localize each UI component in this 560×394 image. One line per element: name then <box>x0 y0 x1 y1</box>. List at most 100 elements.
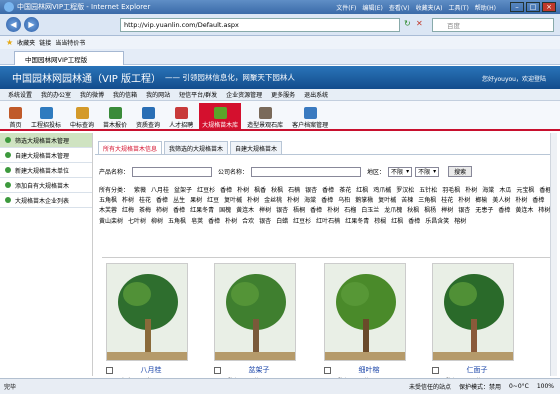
category-link[interactable]: 香樟 <box>208 217 220 227</box>
menu-item-0[interactable]: 文件(F) <box>336 3 356 12</box>
category-link[interactable]: 果树 <box>190 196 202 206</box>
category-link[interactable]: 五角枫 <box>168 217 186 227</box>
category-link[interactable]: 乌桕 <box>338 196 350 206</box>
category-link[interactable]: 柞树 <box>122 196 134 206</box>
fav-link-1[interactable]: 当当特价书 <box>55 38 85 47</box>
category-link[interactable]: 桂花 <box>441 196 453 206</box>
category-link[interactable]: 银杏 <box>305 186 317 196</box>
product-name[interactable]: 细叶榕 <box>334 365 404 375</box>
nav-item-8[interactable]: 退出系统 <box>304 90 328 99</box>
category-link[interactable]: 棕榈 <box>374 217 386 227</box>
nav-item-7[interactable]: 更多服务 <box>271 90 295 99</box>
category-link[interactable]: 皂荚 <box>191 217 203 227</box>
menu-item-2[interactable]: 查看(V) <box>389 3 410 12</box>
category-link[interactable]: 木瓜 <box>499 186 511 196</box>
nav-item-5[interactable]: 短信平台/群发 <box>179 90 217 99</box>
sidebar-item-1[interactable]: 自建大规格苗木管理 <box>0 148 92 163</box>
category-link[interactable]: 美人树 <box>492 196 510 206</box>
sidebar-item-3[interactable]: 添加自有大规格苗木 <box>0 178 92 193</box>
city-select[interactable]: 不限 ▾ <box>415 166 440 177</box>
category-link[interactable]: 红枫 <box>391 217 403 227</box>
category-link[interactable]: 盆架子 <box>174 186 192 196</box>
category-link[interactable]: 乐昌含笑 <box>425 217 449 227</box>
category-link[interactable]: 榉树 <box>441 206 453 216</box>
toolbar-button-8[interactable]: 客户档案管理 <box>289 103 331 129</box>
category-link[interactable]: 红豆杉 <box>293 217 311 227</box>
category-link[interactable]: 香樟 <box>321 196 333 206</box>
category-link[interactable]: 朴树 <box>458 196 470 206</box>
product-checkbox[interactable] <box>106 367 113 374</box>
category-link[interactable]: 香樟 <box>498 206 510 216</box>
product-card[interactable]: 仁面子胸径 10 公分 <box>432 263 514 385</box>
category-link[interactable]: 复叶槭 <box>378 196 396 206</box>
category-link[interactable]: 秋枫 <box>271 186 283 196</box>
category-link[interactable]: 七叶树 <box>128 217 146 227</box>
category-link[interactable]: 黄连木 <box>236 206 254 216</box>
nav-item-3[interactable]: 我的信箱 <box>113 90 137 99</box>
category-link[interactable]: 海棠 <box>482 186 494 196</box>
forward-icon[interactable]: ▶ <box>24 17 39 32</box>
category-link[interactable]: 无患子 <box>475 206 493 216</box>
refresh-icon[interactable]: ↻ <box>404 19 411 28</box>
product-checkbox[interactable] <box>214 367 221 374</box>
category-link[interactable]: 红豆杉 <box>197 186 215 196</box>
category-link[interactable]: 木芙蓉 <box>99 206 117 216</box>
category-link[interactable]: 梧桐 <box>293 206 305 216</box>
category-link[interactable]: 羽毛枫 <box>442 186 460 196</box>
category-link[interactable]: 茶梅 <box>139 206 151 216</box>
category-link[interactable]: 红豆 <box>207 196 219 206</box>
toolbar-button-7[interactable]: 造型景观石库 <box>244 103 286 129</box>
category-link[interactable]: 银杏 <box>458 206 470 216</box>
category-link[interactable]: 五针松 <box>419 186 437 196</box>
content-tab-1[interactable]: 我筛选的大规格苗木 <box>164 141 229 154</box>
sidebar-item-2[interactable]: 新建大规格苗木单位 <box>0 163 92 178</box>
category-link[interactable]: 香樟 <box>156 196 168 206</box>
search-button[interactable]: 搜索 <box>448 166 473 177</box>
browser-tab[interactable]: 中国园林网VIP工程版 <box>14 51 124 65</box>
category-link[interactable]: 石榴 <box>344 206 356 216</box>
category-link[interactable]: 香樟 <box>220 186 232 196</box>
category-link[interactable]: 朴树 <box>515 196 527 206</box>
url-field[interactable]: http://vip.yuanlin.com/Default.aspx <box>120 18 400 32</box>
category-link[interactable]: 柿树 <box>156 206 168 216</box>
category-link[interactable]: 枫杨 <box>424 206 436 216</box>
toolbar-button-1[interactable]: 工程招投标 <box>28 103 64 129</box>
product-photo[interactable] <box>324 263 406 361</box>
category-link[interactable]: 香樟 <box>310 206 322 216</box>
favorites-button[interactable]: 收藏夹 <box>17 38 35 47</box>
category-link[interactable]: 榉树 <box>259 206 271 216</box>
category-link[interactable]: 秋枫 <box>407 206 419 216</box>
category-link[interactable]: 黄山栾树 <box>99 217 123 227</box>
menu-item-3[interactable]: 收藏夹(A) <box>416 3 443 12</box>
category-link[interactable]: 黄连木 <box>515 206 533 216</box>
minimize-button[interactable]: – <box>510 2 524 12</box>
category-link[interactable]: 朴树 <box>327 206 339 216</box>
product-checkbox[interactable] <box>432 367 439 374</box>
category-link[interactable]: 香樟 <box>532 196 544 206</box>
category-link[interactable]: 红果冬青 <box>190 206 214 216</box>
star-icon[interactable]: ★ <box>6 38 13 47</box>
category-link[interactable]: 五角枫 <box>99 196 117 206</box>
sidebar-item-0[interactable]: 筛选大规格苗木管理 <box>0 133 92 148</box>
close-button[interactable]: × <box>542 2 556 12</box>
content-tab-0[interactable]: 所有大规格苗木信息 <box>98 141 163 154</box>
category-link[interactable]: 海棠 <box>304 196 316 206</box>
fav-link-0[interactable]: 链接 <box>39 38 51 47</box>
category-link[interactable]: 柿树 <box>538 206 550 216</box>
stop-icon[interactable]: ✕ <box>416 19 423 28</box>
category-link[interactable]: 枫香 <box>254 186 266 196</box>
nav-item-2[interactable]: 我的微博 <box>80 90 104 99</box>
category-link[interactable]: 香樟 <box>322 186 334 196</box>
product-checkbox[interactable] <box>324 367 331 374</box>
category-link[interactable]: 朴树 <box>247 196 259 206</box>
sidebar-item-4[interactable]: 大规格苗木企业列表 <box>0 193 92 208</box>
category-link[interactable]: 朴树 <box>465 186 477 196</box>
nav-item-1[interactable]: 我的办公室 <box>41 90 71 99</box>
category-link[interactable]: 龙爪槐 <box>384 206 402 216</box>
category-link[interactable]: 八月桂 <box>151 186 169 196</box>
back-icon[interactable]: ◀ <box>6 17 21 32</box>
search-input[interactable]: 百度 <box>432 18 554 32</box>
toolbar-button-4[interactable]: 资质查询 <box>133 103 163 129</box>
category-link[interactable]: 银杏 <box>259 217 271 227</box>
category-link[interactable]: 香樟 <box>173 206 185 216</box>
